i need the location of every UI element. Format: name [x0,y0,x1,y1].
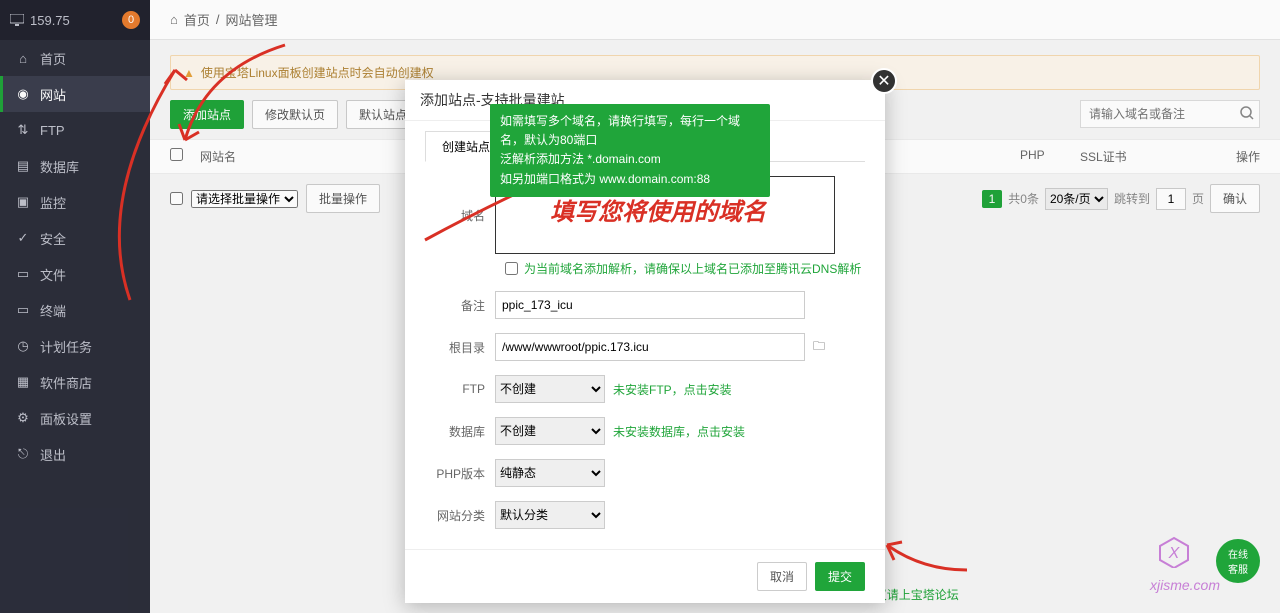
remark-input[interactable] [495,291,805,319]
label-db: 数据库 [425,423,495,440]
support-fab[interactable]: 在线 客服 [1216,539,1260,583]
label-php: PHP版本 [425,465,495,482]
dns-hint: 为当前域名添加解析，请确保以上域名已添加至腾讯云DNS解析 [524,260,861,277]
php-select[interactable]: 纯静态 [495,459,605,487]
domain-tooltip: 如需填写多个域名，请换行填写，每行一个域名，默认为80端口 泛解析添加方法 *.… [490,104,770,197]
dns-checkbox[interactable] [505,262,518,275]
db-hint[interactable]: 未安装数据库，点击安装 [613,423,745,440]
watermark: xjisme.com [1150,577,1220,593]
watermark-logo-icon: X [1158,536,1190,573]
folder-icon[interactable]: 🗀 [813,337,825,358]
db-select[interactable]: 不创建 [495,417,605,445]
category-select[interactable]: 默认分类 [495,501,605,529]
root-input[interactable] [495,333,805,361]
cancel-button[interactable]: 取消 [757,562,807,591]
label-root: 根目录 [425,339,495,356]
ftp-hint[interactable]: 未安装FTP，点击安装 [613,381,732,398]
ftp-select[interactable]: 不创建 [495,375,605,403]
label-ftp: FTP [425,382,495,396]
submit-button[interactable]: 提交 [815,562,865,591]
label-remark: 备注 [425,297,495,314]
close-icon[interactable]: ✕ [871,68,897,94]
label-domain: 域名 [425,207,495,224]
label-cat: 网站分类 [425,507,495,524]
svg-text:X: X [1168,545,1181,562]
